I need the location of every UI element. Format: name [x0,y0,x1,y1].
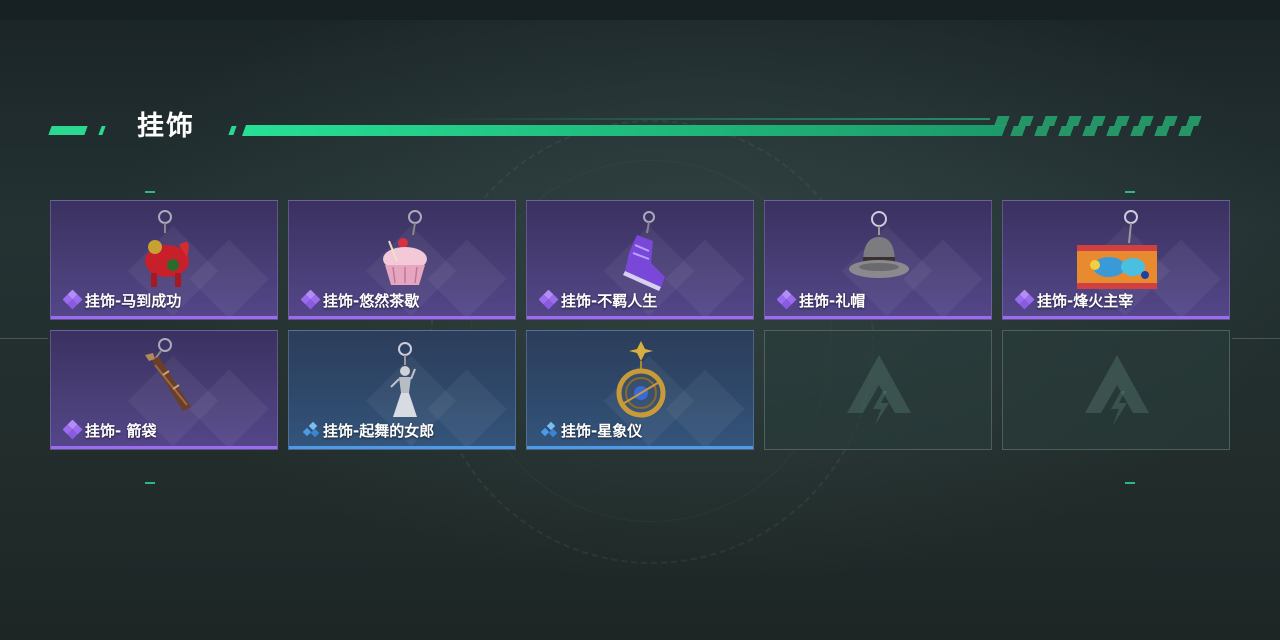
astrolabe-charm-icon [616,341,666,418]
header-progress-bar [241,125,1007,136]
charm-card[interactable]: 挂饰-悠然茶歇 [288,200,516,320]
frame-tick [145,191,155,193]
charm-card[interactable]: 挂饰-星象仪 [526,330,754,450]
rarity-diamond-icon [302,421,320,438]
section-title: 挂饰 [137,111,195,142]
rarity-underline [289,316,515,319]
header-checker-pattern-lower [998,126,1201,136]
frame-tick [145,482,155,484]
frame-tick [1125,191,1135,193]
dancer-figurine-charm-icon [390,342,417,417]
charm-label: 挂饰-起舞的女郎 [323,422,435,440]
rarity-underline [289,446,515,449]
empty-slot[interactable] [764,330,992,450]
header-thin-line [420,118,990,120]
charm-label: 挂饰- 箭袋 [85,422,157,440]
fedora-hat-charm-icon [849,211,909,278]
rarity-diamond-icon [301,290,321,310]
rarity-underline [527,446,753,449]
rarity-diamond-icon [539,290,559,310]
frame-side-line-left [0,338,48,339]
top-strip [0,0,1280,20]
header-accent-left [48,126,88,135]
rarity-diamond-icon [63,290,83,310]
purple-sneaker-charm-icon [623,211,665,291]
rarity-underline [527,316,753,319]
rarity-diamond-icon [777,290,797,310]
game-screen: 挂饰 挂饰-马到成功 挂饰-悠然茶歇 挂饰-不羁人生 挂饰-礼帽 挂饰-烽火主宰… [0,0,1280,640]
charm-card[interactable]: 挂饰-礼帽 [764,200,992,320]
frame-tick [1125,482,1135,484]
rarity-underline [51,316,277,319]
charm-label: 挂饰-烽火主宰 [1037,292,1134,310]
red-horse-charm-icon [145,210,189,287]
empty-slot[interactable] [1002,330,1230,450]
charm-card[interactable]: 挂饰-起舞的女郎 [288,330,516,450]
empty-slot-logo-icon [847,355,911,425]
graffiti-tag-charm-icon [1077,210,1157,289]
charm-card[interactable]: 挂饰-烽火主宰 [1002,200,1230,320]
header-accent-dash [98,126,106,135]
charm-label: 挂饰-不羁人生 [561,292,658,310]
charm-card[interactable]: 挂饰-不羁人生 [526,200,754,320]
rarity-diamond-icon [63,420,83,440]
charm-label: 挂饰-马到成功 [85,292,182,310]
charm-label: 挂饰-悠然茶歇 [323,292,420,310]
charm-grid: 挂饰-马到成功 挂饰-悠然茶歇 挂饰-不羁人生 挂饰-礼帽 挂饰-烽火主宰 挂饰… [50,200,1230,450]
empty-slot-logo-icon [1085,355,1149,425]
charm-label: 挂饰-星象仪 [561,422,643,440]
charm-label: 挂饰-礼帽 [799,292,866,310]
rarity-underline [51,446,277,449]
rarity-diamond-icon [1015,290,1035,310]
rarity-underline [765,316,991,319]
header-accent-dash-right [228,126,237,135]
charm-card[interactable]: 挂饰-马到成功 [50,200,278,320]
frame-side-line-right [1232,338,1280,339]
quiver-charm-icon [145,338,191,411]
rarity-diamond-icon [540,421,558,438]
rarity-underline [1003,316,1229,319]
cupcake-charm-icon [383,210,427,285]
charm-card[interactable]: 挂饰- 箭袋 [50,330,278,450]
